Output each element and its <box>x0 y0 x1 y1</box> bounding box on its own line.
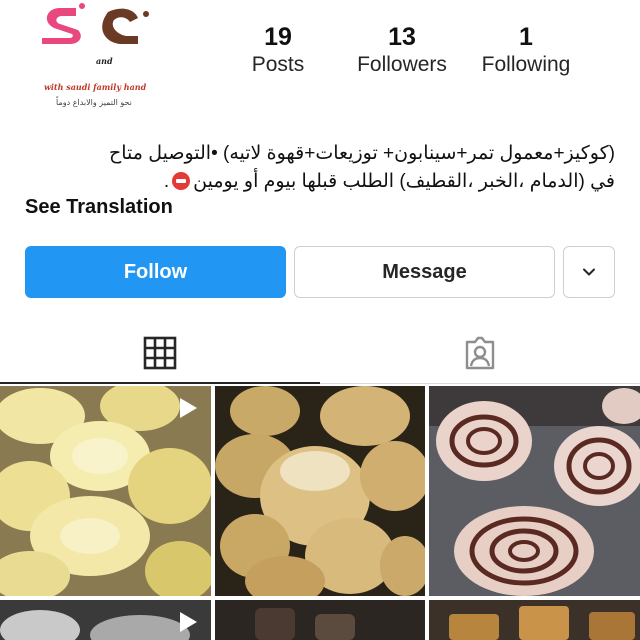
logo-motto: نحو التميز والابداع دوماً <box>56 98 132 107</box>
tab-posts-grid[interactable] <box>0 324 320 382</box>
stop-sign-icon <box>172 172 191 190</box>
stat-posts-count: 19 <box>264 23 292 51</box>
see-translation-link[interactable]: See Translation <box>25 196 173 219</box>
cinnamon-rolls-photo <box>429 386 640 596</box>
grid-icon <box>143 336 177 370</box>
post-thumbnail[interactable] <box>429 386 640 596</box>
gold-jars-photo <box>429 600 640 640</box>
post-thumbnail[interactable] <box>429 600 640 640</box>
profile-tabs <box>0 324 640 384</box>
bio-line-2-end: . <box>163 171 170 192</box>
stat-followers-count: 13 <box>388 23 416 51</box>
chevron-down-icon <box>583 268 595 276</box>
video-play-icon <box>180 398 197 418</box>
post-thumbnail[interactable] <box>0 600 211 640</box>
profile-stats: 19 Posts 13 Followers 1 Following <box>0 22 640 92</box>
stat-followers[interactable]: 13 Followers <box>348 22 456 78</box>
bio-line-2: في (الدمام ،الخبر ،القطيف) الطلب قبلها ب… <box>25 168 615 196</box>
suggested-accounts-button[interactable] <box>563 246 615 298</box>
tab-tagged[interactable] <box>320 324 640 382</box>
profile-bio: (كوكيز+معمول تمر+سينابون+ توزيعات+قهوة ل… <box>25 140 615 196</box>
message-button[interactable]: Message <box>294 246 555 298</box>
post-thumbnail[interactable] <box>0 386 211 596</box>
tagged-person-icon <box>465 336 495 370</box>
post-thumbnail[interactable] <box>215 386 425 596</box>
maamoul-photo <box>215 386 425 596</box>
follow-button[interactable]: Follow <box>25 246 286 298</box>
stat-following[interactable]: 1 Following <box>472 22 580 78</box>
video-play-icon <box>180 612 197 632</box>
stat-following-count: 1 <box>519 23 533 51</box>
bio-line-1: (كوكيز+معمول تمر+سينابون+ توزيعات+قهوة ل… <box>108 143 615 164</box>
posts-grid <box>0 386 640 640</box>
active-tab-indicator <box>0 382 320 384</box>
stat-posts-label: Posts <box>251 53 305 76</box>
post-thumbnail[interactable] <box>215 600 425 640</box>
stat-posts[interactable]: 19 Posts <box>232 22 324 78</box>
bottles-photo <box>215 600 425 640</box>
tab-divider <box>320 383 640 384</box>
stat-following-label: Following <box>481 53 571 76</box>
stat-followers-label: Followers <box>357 53 447 76</box>
bio-line-2-text: في (الدمام ،الخبر ،القطيف) الطلب قبلها ب… <box>193 171 615 192</box>
